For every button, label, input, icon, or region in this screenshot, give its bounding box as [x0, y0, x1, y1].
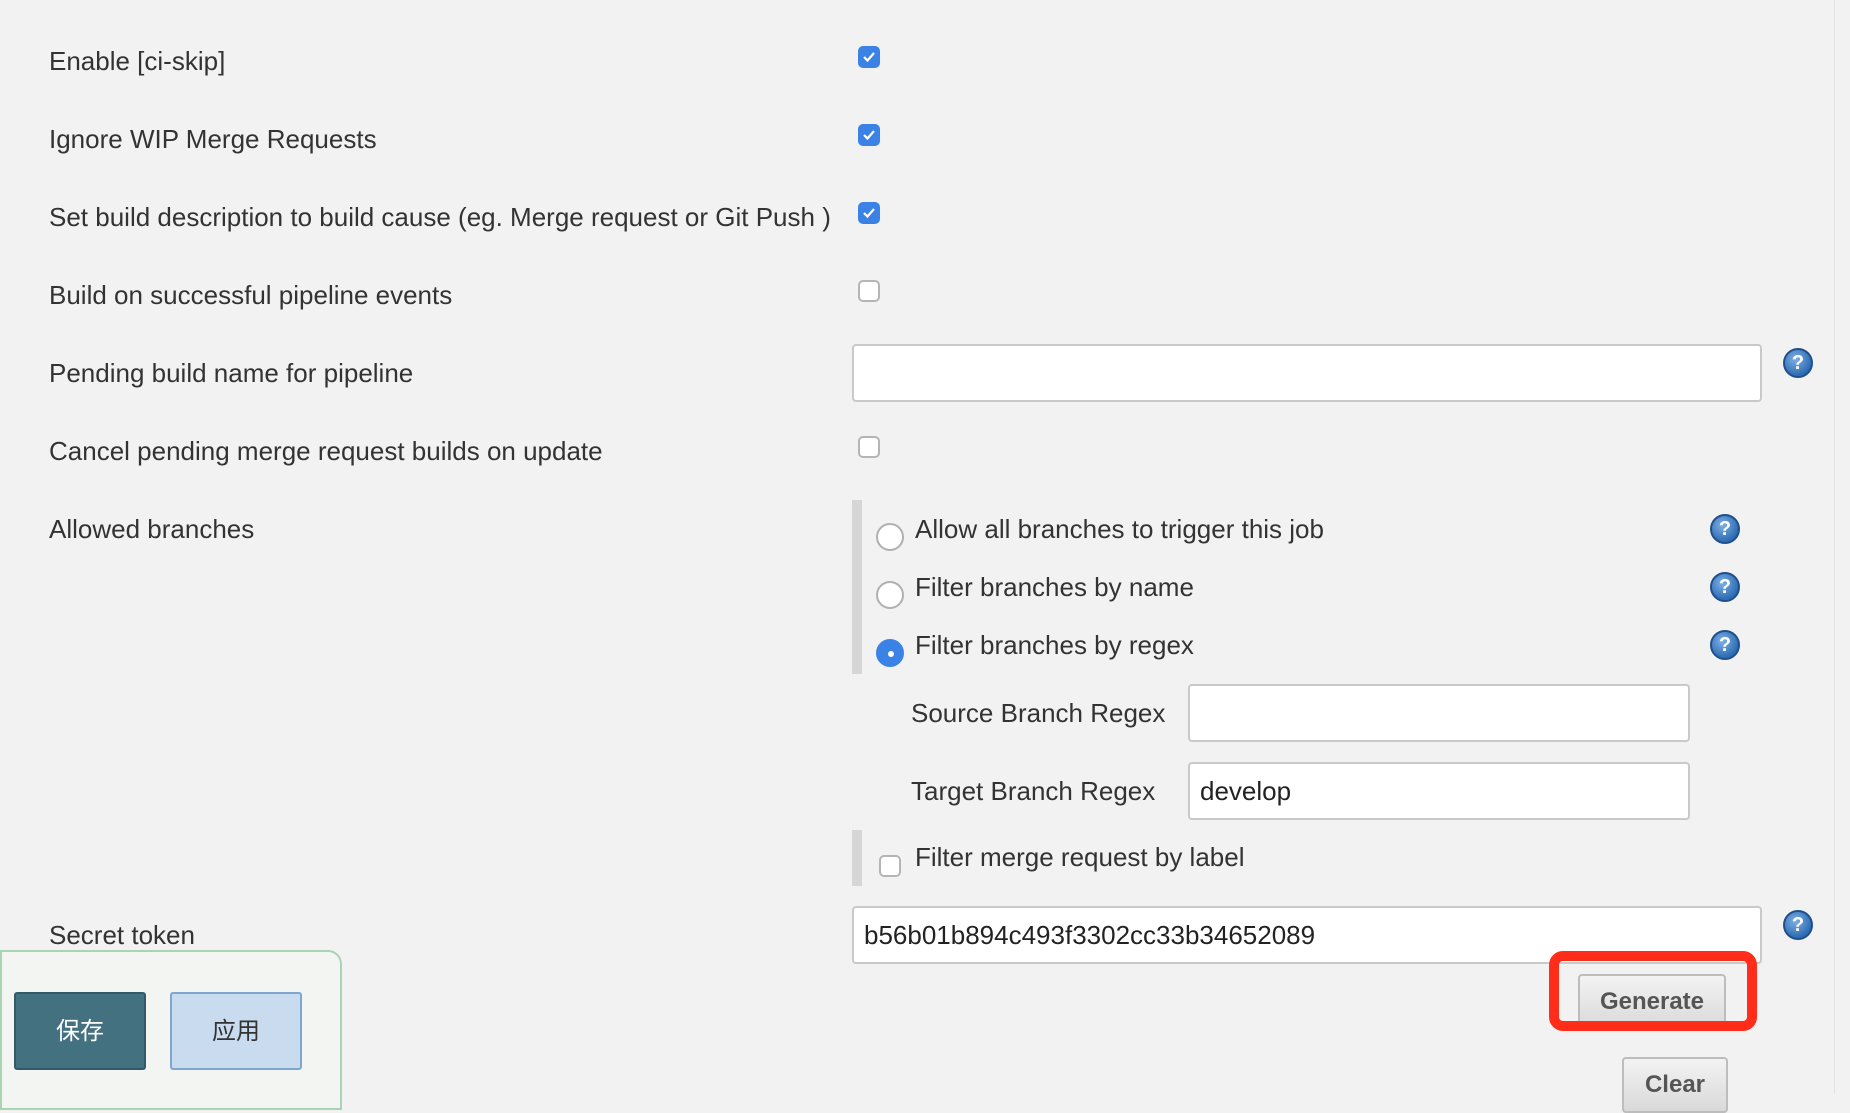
save-button[interactable]: 保存	[14, 992, 146, 1070]
ignore-wip-checkbox[interactable]	[858, 124, 880, 146]
radio-group-bar	[852, 500, 862, 674]
radio-allow-all[interactable]	[876, 523, 904, 551]
help-icon[interactable]: ?	[1710, 630, 1740, 660]
build-description-label: Set build description to build cause (eg…	[49, 202, 831, 232]
radio-filter-by-name[interactable]	[876, 581, 904, 609]
ci-skip-checkbox[interactable]	[858, 46, 880, 68]
cancel-pending-checkbox[interactable]	[858, 436, 880, 458]
radio-filter-by-name-label: Filter branches by name	[915, 572, 1194, 602]
help-icon[interactable]: ?	[1783, 910, 1813, 940]
checkmark-icon	[863, 130, 875, 141]
checkmark-icon	[863, 52, 875, 63]
cancel-pending-label: Cancel pending merge request builds on u…	[49, 436, 603, 466]
source-branch-regex-input[interactable]	[1188, 684, 1690, 742]
target-branch-regex-label: Target Branch Regex	[911, 776, 1156, 806]
secret-token-label: Secret token	[49, 920, 195, 950]
pending-build-name-label: Pending build name for pipeline	[49, 358, 414, 388]
radio-filter-by-regex-label: Filter branches by regex	[915, 630, 1194, 660]
radio-allow-all-label: Allow all branches to trigger this job	[915, 514, 1324, 544]
checkmark-icon	[863, 208, 875, 219]
scrollbar[interactable]	[1834, 0, 1850, 1094]
ignore-wip-label: Ignore WIP Merge Requests	[49, 124, 377, 154]
filter-by-label-checkbox[interactable]	[879, 855, 901, 877]
source-branch-regex-label: Source Branch Regex	[911, 698, 1166, 728]
pipeline-events-label: Build on successful pipeline events	[49, 280, 453, 310]
apply-button[interactable]: 应用	[170, 992, 302, 1070]
generate-highlight-box	[1549, 951, 1757, 1031]
help-icon[interactable]: ?	[1710, 572, 1740, 602]
help-icon[interactable]: ?	[1783, 348, 1813, 378]
target-branch-regex-input[interactable]	[1188, 762, 1690, 820]
help-icon[interactable]: ?	[1710, 514, 1740, 544]
label-filter-bar	[852, 830, 862, 886]
allowed-branches-label: Allowed branches	[49, 514, 255, 544]
ci-skip-label: Enable [ci-skip]	[49, 46, 226, 76]
clear-button[interactable]: Clear	[1622, 1057, 1728, 1113]
radio-filter-by-regex[interactable]	[876, 639, 904, 667]
filter-by-label-label: Filter merge request by label	[915, 842, 1245, 872]
build-description-checkbox[interactable]	[858, 202, 880, 224]
pipeline-events-checkbox[interactable]	[858, 280, 880, 302]
pending-build-name-input[interactable]	[852, 344, 1762, 402]
